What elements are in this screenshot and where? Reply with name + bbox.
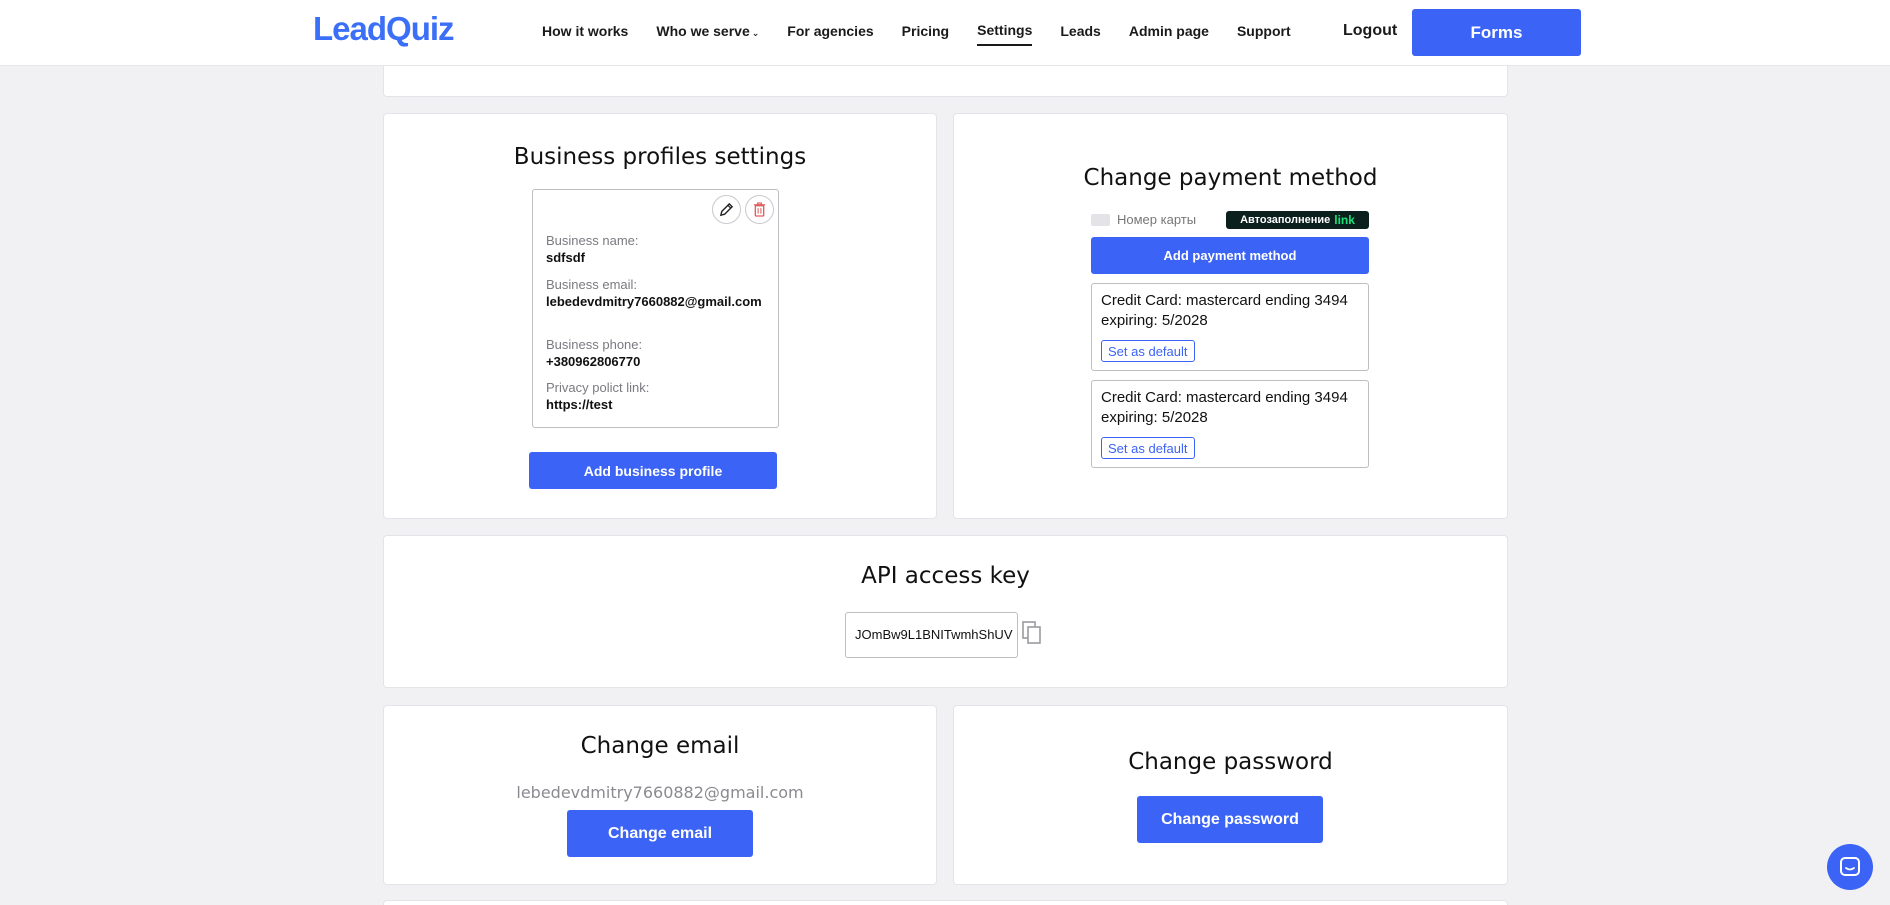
nav-who-we-serve-label: Who we serve [656,23,750,39]
change-email-title: Change email [580,733,740,759]
business-name-field: Business name: sdfsdf [546,232,772,266]
privacy-link-field: Privacy polict link: https://test [546,379,772,413]
chevron-down-icon: ⌄ [751,28,760,38]
nav-support[interactable]: Support [1237,23,1291,45]
add-payment-method-button[interactable]: Add payment method [1091,237,1369,274]
business-phone-value: +380962806770 [546,354,641,369]
change-email-card: Change email lebedevdmitry7660882@gmail.… [384,706,936,884]
business-profiles-card: Business profiles settings Business name… [384,114,936,518]
business-profile-item: Business name: sdfsdf Business email: le… [532,189,779,428]
logout-link[interactable]: Logout [1343,22,1397,40]
main-nav: How it works Who we serve ⌄ For agencies … [542,22,1319,46]
add-business-profile-button[interactable]: Add business profile [529,452,777,489]
bottom-card [384,901,1507,905]
api-key-card: API access key JOmBw9L1BNITwmhShUV [384,536,1507,687]
api-key-input[interactable]: JOmBw9L1BNITwmhShUV [845,612,1018,658]
business-email-value: lebedevdmitry7660882@gmail.com [546,294,762,309]
nav-settings[interactable]: Settings [977,22,1033,46]
nav-how-it-works[interactable]: How it works [542,23,628,45]
card-number-input[interactable]: Номер карты [1117,212,1196,227]
credit-card-item: Credit Card: mastercard ending 3494 expi… [1091,283,1369,371]
top-navbar: LeadQuiz How it works Who we serve ⌄ For … [0,0,1890,66]
nav-for-agencies[interactable]: For agencies [787,23,873,45]
business-email-field: Business email: lebedevdmitry7660882@gma… [546,276,772,310]
nav-who-we-serve[interactable]: Who we serve ⌄ [656,23,759,45]
forms-button[interactable]: Forms [1412,9,1581,56]
logo[interactable]: LeadQuiz [313,10,455,48]
payment-method-title: Change payment method [1083,165,1378,191]
business-name-label: Business name: [546,233,639,248]
credit-card-text: Credit Card: mastercard ending 3494 expi… [1101,292,1348,329]
business-profiles-title: Business profiles settings [513,144,807,170]
link-autofill-button[interactable]: Автозаполнение link [1226,211,1369,229]
card-number-row: Номер карты Автозаполнение link [1091,211,1369,229]
nav-leads[interactable]: Leads [1060,23,1100,45]
set-default-button[interactable]: Set as default [1101,340,1195,362]
business-phone-label: Business phone: [546,337,643,352]
change-password-card: Change password Change password [954,706,1507,884]
trash-icon[interactable] [745,195,774,224]
api-key-title: API access key [861,563,1030,589]
credit-card-text: Credit Card: mastercard ending 3494 expi… [1101,389,1348,426]
nav-pricing[interactable]: Pricing [902,23,949,45]
business-name-value: sdfsdf [546,250,585,265]
privacy-link-value: https://test [546,397,613,412]
change-email-button[interactable]: Change email [567,810,753,857]
change-password-button[interactable]: Change password [1137,796,1323,843]
card-icon [1091,214,1110,226]
set-default-button[interactable]: Set as default [1101,437,1195,459]
current-email: lebedevdmitry7660882@gmail.com [516,783,804,802]
copy-icon[interactable] [1022,621,1042,650]
business-email-label: Business email: [546,277,638,292]
change-password-title: Change password [1128,749,1333,775]
credit-card-item: Credit Card: mastercard ending 3494 expi… [1091,380,1369,468]
chat-icon[interactable] [1827,844,1873,890]
privacy-link-label: Privacy polict link: [546,380,650,395]
autofill-label: Автозаполнение [1240,214,1331,226]
payment-method-card: Change payment method Номер карты Автоза… [954,114,1507,518]
link-logo: link [1334,213,1355,227]
pencil-icon[interactable] [712,195,741,224]
business-phone-field: Business phone: +380962806770 [546,336,772,370]
nav-admin-page[interactable]: Admin page [1129,23,1209,45]
